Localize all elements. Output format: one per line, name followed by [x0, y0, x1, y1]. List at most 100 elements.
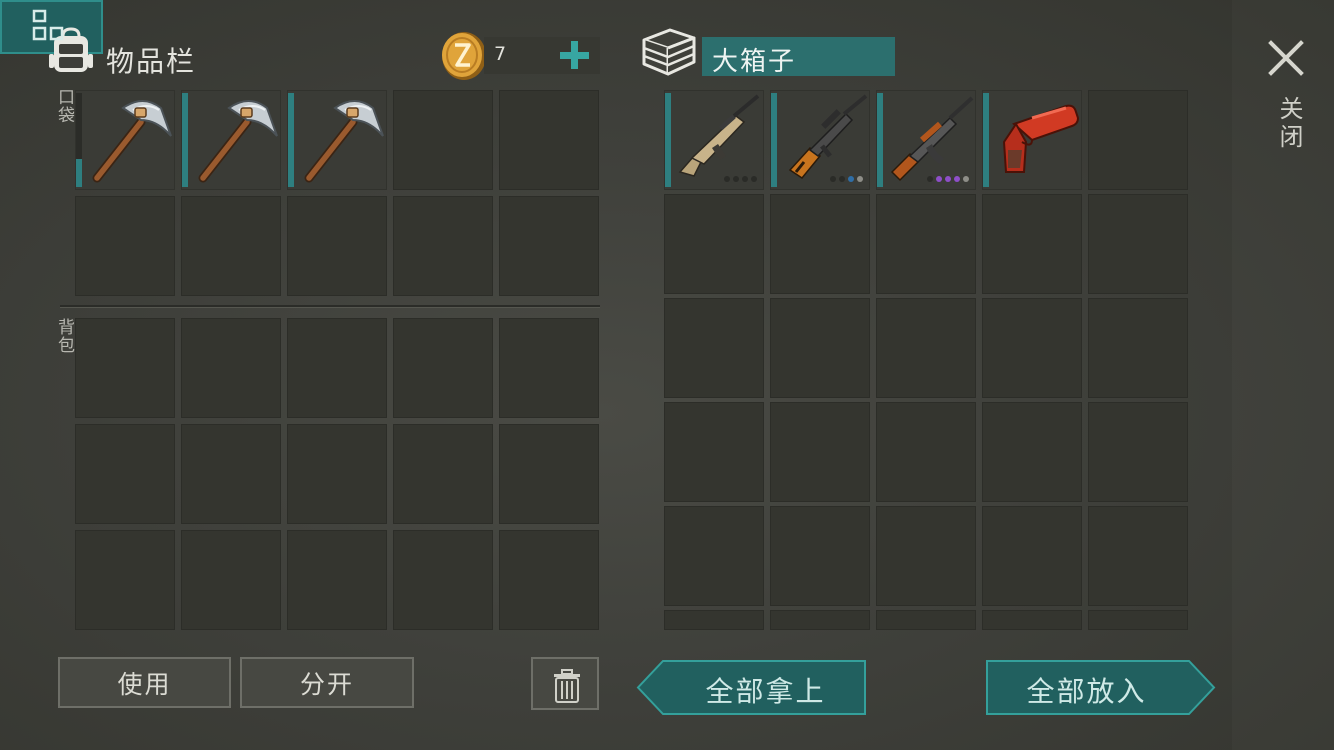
chest-slot[interactable] — [664, 90, 764, 190]
bag-slot[interactable] — [75, 318, 175, 418]
chest-slot[interactable] — [770, 194, 870, 294]
chest-slot[interactable] — [982, 610, 1082, 630]
pocket-slot[interactable] — [181, 196, 281, 296]
chest-slot[interactable] — [770, 90, 870, 190]
chest-slot[interactable] — [1088, 610, 1188, 630]
bag-slot[interactable] — [393, 318, 493, 418]
durability-bar — [665, 93, 671, 187]
take-all-button[interactable]: 全部拿上 — [636, 660, 867, 715]
rarity-dot — [963, 176, 969, 182]
coin-count: 7 — [494, 43, 507, 65]
chest-slot[interactable] — [1088, 90, 1188, 190]
chest-slot[interactable] — [1088, 298, 1188, 398]
chest-slot[interactable] — [876, 506, 976, 606]
pocket-slot[interactable] — [181, 90, 281, 190]
rarity-dot — [848, 176, 854, 182]
pickaxe-icon — [297, 94, 385, 184]
chest-slot[interactable] — [770, 298, 870, 398]
bag-slot[interactable] — [181, 318, 281, 418]
bag-slot[interactable] — [287, 424, 387, 524]
rarity-dots — [927, 176, 969, 182]
chest-slot[interactable] — [664, 194, 764, 294]
put-all-button[interactable]: 全部放入 — [985, 660, 1216, 715]
chest-slot[interactable] — [1088, 506, 1188, 606]
rarity-dot — [945, 176, 951, 182]
chest-slot[interactable] — [770, 402, 870, 502]
bag-slot[interactable] — [393, 424, 493, 524]
chest-slot[interactable] — [770, 610, 870, 630]
bag-slot[interactable] — [181, 530, 281, 630]
rarity-dots — [724, 176, 757, 182]
pocket-slot[interactable] — [75, 90, 175, 190]
durability-fill — [665, 93, 671, 187]
chest-slot[interactable] — [664, 506, 764, 606]
bag-slot[interactable] — [75, 530, 175, 630]
pocket-slot[interactable] — [75, 196, 175, 296]
close-label[interactable]: 关闭 — [1272, 96, 1307, 152]
chest-slot[interactable] — [876, 610, 976, 630]
chest-slot[interactable] — [1088, 194, 1188, 294]
durability-bar — [182, 93, 188, 187]
pocket-slot[interactable] — [287, 90, 387, 190]
chest-slot[interactable] — [982, 298, 1082, 398]
add-coins-plus-icon[interactable] — [556, 36, 594, 74]
pocket-slot[interactable] — [499, 90, 599, 190]
chest-slot[interactable] — [876, 194, 976, 294]
rarity-dot — [927, 176, 933, 182]
trash-icon — [554, 669, 580, 703]
bag-slot[interactable] — [499, 318, 599, 418]
chest-slot[interactable] — [664, 402, 764, 502]
pocket-slot[interactable] — [287, 196, 387, 296]
close-icon[interactable] — [1266, 38, 1306, 78]
chest-slot[interactable] — [664, 610, 764, 630]
bag-slot[interactable] — [287, 318, 387, 418]
bag-slot[interactable] — [181, 424, 281, 524]
rarity-dot — [839, 176, 845, 182]
rarity-dot — [724, 176, 730, 182]
chest-slot[interactable] — [664, 298, 764, 398]
durability-bar — [983, 93, 989, 187]
pocket-slot[interactable] — [499, 196, 599, 296]
put-all-label: 全部放入 — [1026, 675, 1147, 708]
rarity-dots — [830, 176, 863, 182]
bag-label: 背包 — [54, 318, 74, 354]
rarity-dot — [954, 176, 960, 182]
durability-fill — [288, 93, 294, 187]
chest-slot[interactable] — [982, 194, 1082, 294]
chest-slot[interactable] — [876, 298, 976, 398]
chest-slot[interactable] — [1088, 402, 1188, 502]
scar-rifle-icon — [674, 94, 762, 184]
chest-slot[interactable] — [982, 402, 1082, 502]
section-divider — [60, 305, 600, 308]
durability-fill — [877, 93, 883, 187]
crate-icon — [642, 28, 696, 76]
bag-slot[interactable] — [393, 530, 493, 630]
chest-slot[interactable] — [876, 402, 976, 502]
delete-button[interactable] — [531, 657, 599, 710]
pocket-slot[interactable] — [393, 90, 493, 190]
chest-slot[interactable] — [982, 90, 1082, 190]
use-button[interactable]: 使用 — [58, 657, 231, 708]
durability-bar — [877, 93, 883, 187]
flare-gun-icon — [992, 94, 1080, 184]
durability-fill — [76, 158, 82, 187]
durability-bar — [771, 93, 777, 187]
pickaxe-icon — [85, 94, 173, 184]
pocket-slot[interactable] — [393, 196, 493, 296]
ak-rifle-icon — [886, 94, 974, 184]
inventory-title: 物品栏 — [106, 45, 197, 78]
bag-slot[interactable] — [75, 424, 175, 524]
bag-slot[interactable] — [499, 424, 599, 524]
chest-slot[interactable] — [770, 506, 870, 606]
rarity-dot — [751, 176, 757, 182]
split-button[interactable]: 分开 — [240, 657, 414, 708]
pocket-label: 口袋 — [54, 88, 74, 124]
sort-grid-icon — [32, 9, 64, 41]
sniper-rifle-icon — [780, 94, 868, 184]
chest-slot[interactable] — [982, 506, 1082, 606]
bag-slot[interactable] — [287, 530, 387, 630]
durability-fill — [771, 93, 777, 187]
coin-icon — [442, 32, 486, 80]
chest-slot[interactable] — [876, 90, 976, 190]
bag-slot[interactable] — [499, 530, 599, 630]
